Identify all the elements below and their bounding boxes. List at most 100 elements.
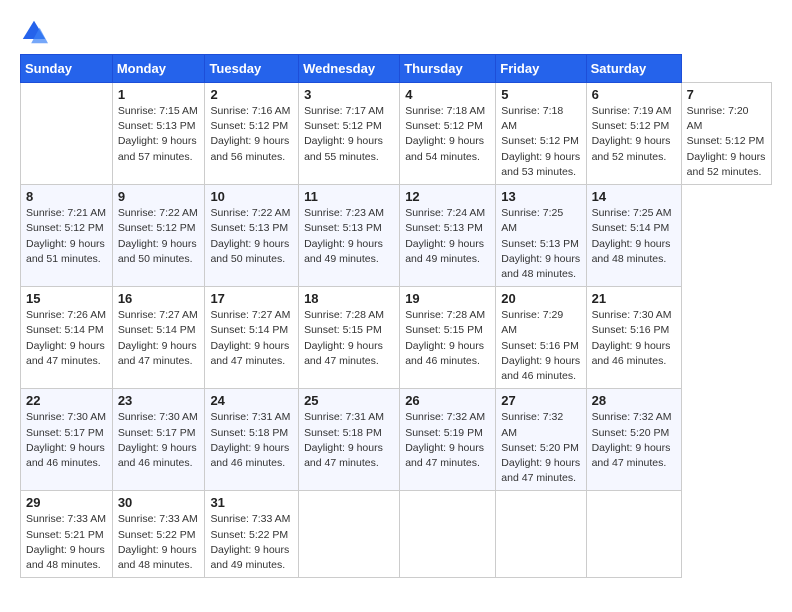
calendar-day-cell: 3 Sunrise: 7:17 AMSunset: 5:12 PMDaylight… <box>299 83 400 185</box>
day-number: 26 <box>405 393 490 408</box>
day-number: 20 <box>501 291 580 306</box>
day-number: 13 <box>501 189 580 204</box>
day-info: Sunrise: 7:17 AMSunset: 5:12 PMDaylight:… <box>304 104 394 165</box>
day-number: 24 <box>210 393 293 408</box>
calendar-day-cell <box>299 491 400 578</box>
day-info: Sunrise: 7:15 AMSunset: 5:13 PMDaylight:… <box>118 104 200 165</box>
calendar-day-cell: 6 Sunrise: 7:19 AMSunset: 5:12 PMDaylight… <box>586 83 681 185</box>
day-info: Sunrise: 7:25 AMSunset: 5:13 PMDaylight:… <box>501 206 580 282</box>
day-info: Sunrise: 7:18 AMSunset: 5:12 PMDaylight:… <box>501 104 580 180</box>
day-info: Sunrise: 7:30 AMSunset: 5:17 PMDaylight:… <box>26 410 107 471</box>
calendar-week-row: 15 Sunrise: 7:26 AMSunset: 5:14 PMDayligh… <box>21 287 772 389</box>
day-info: Sunrise: 7:22 AMSunset: 5:12 PMDaylight:… <box>118 206 200 267</box>
day-number: 22 <box>26 393 107 408</box>
day-info: Sunrise: 7:30 AMSunset: 5:17 PMDaylight:… <box>118 410 200 471</box>
day-info: Sunrise: 7:27 AMSunset: 5:14 PMDaylight:… <box>210 308 293 369</box>
day-info: Sunrise: 7:29 AMSunset: 5:16 PMDaylight:… <box>501 308 580 384</box>
calendar-week-row: 29 Sunrise: 7:33 AMSunset: 5:21 PMDayligh… <box>21 491 772 578</box>
calendar-day-cell: 21 Sunrise: 7:30 AMSunset: 5:16 PMDayligh… <box>586 287 681 389</box>
calendar-day-cell: 30Sunrise: 7:33 AMSunset: 5:22 PMDayligh… <box>112 491 205 578</box>
calendar-day-cell: 20 Sunrise: 7:29 AMSunset: 5:16 PMDayligh… <box>496 287 586 389</box>
calendar-header-monday: Monday <box>112 55 205 83</box>
calendar-day-cell: 25 Sunrise: 7:31 AMSunset: 5:18 PMDayligh… <box>299 389 400 491</box>
calendar-day-cell: 17 Sunrise: 7:27 AMSunset: 5:14 PMDayligh… <box>205 287 299 389</box>
day-info: Sunrise: 7:16 AMSunset: 5:12 PMDaylight:… <box>210 104 293 165</box>
day-number: 14 <box>592 189 676 204</box>
day-info: Sunrise: 7:32 AMSunset: 5:19 PMDaylight:… <box>405 410 490 471</box>
calendar-day-cell: 2 Sunrise: 7:16 AMSunset: 5:12 PMDaylight… <box>205 83 299 185</box>
calendar-day-cell: 24 Sunrise: 7:31 AMSunset: 5:18 PMDayligh… <box>205 389 299 491</box>
day-number: 2 <box>210 87 293 102</box>
day-number: 9 <box>118 189 200 204</box>
calendar-header-friday: Friday <box>496 55 586 83</box>
calendar-day-cell: 26 Sunrise: 7:32 AMSunset: 5:19 PMDayligh… <box>400 389 496 491</box>
calendar-day-cell <box>400 491 496 578</box>
calendar-day-cell: 22 Sunrise: 7:30 AMSunset: 5:17 PMDayligh… <box>21 389 113 491</box>
day-number: 5 <box>501 87 580 102</box>
logo-icon <box>20 18 48 46</box>
day-info: Sunrise: 7:28 AMSunset: 5:15 PMDaylight:… <box>405 308 490 369</box>
calendar-day-cell: 19 Sunrise: 7:28 AMSunset: 5:15 PMDayligh… <box>400 287 496 389</box>
page: SundayMondayTuesdayWednesdayThursdayFrid… <box>0 0 792 588</box>
day-info: Sunrise: 7:32 AMSunset: 5:20 PMDaylight:… <box>592 410 676 471</box>
day-info: Sunrise: 7:31 AMSunset: 5:18 PMDaylight:… <box>210 410 293 471</box>
day-number: 18 <box>304 291 394 306</box>
calendar-header-sunday: Sunday <box>21 55 113 83</box>
day-number: 21 <box>592 291 676 306</box>
day-number: 23 <box>118 393 200 408</box>
day-info: Sunrise: 7:18 AMSunset: 5:12 PMDaylight:… <box>405 104 490 165</box>
calendar-day-cell: 14 Sunrise: 7:25 AMSunset: 5:14 PMDayligh… <box>586 185 681 287</box>
calendar-header-tuesday: Tuesday <box>205 55 299 83</box>
day-number: 7 <box>687 87 766 102</box>
calendar-day-cell: 1Sunrise: 7:15 AMSunset: 5:13 PMDaylight… <box>112 83 205 185</box>
day-info: Sunrise: 7:21 AMSunset: 5:12 PMDaylight:… <box>26 206 107 267</box>
calendar-day-cell: 23 Sunrise: 7:30 AMSunset: 5:17 PMDayligh… <box>112 389 205 491</box>
day-number: 28 <box>592 393 676 408</box>
day-number: 6 <box>592 87 676 102</box>
day-info: Sunrise: 7:33 AMSunset: 5:22 PMDaylight:… <box>210 512 293 573</box>
calendar-day-cell: 5 Sunrise: 7:18 AMSunset: 5:12 PMDaylight… <box>496 83 586 185</box>
day-number: 10 <box>210 189 293 204</box>
empty-cell <box>21 83 113 185</box>
day-info: Sunrise: 7:32 AMSunset: 5:20 PMDaylight:… <box>501 410 580 486</box>
calendar-header-row: SundayMondayTuesdayWednesdayThursdayFrid… <box>21 55 772 83</box>
day-info: Sunrise: 7:31 AMSunset: 5:18 PMDaylight:… <box>304 410 394 471</box>
calendar-day-cell: 31Sunrise: 7:33 AMSunset: 5:22 PMDayligh… <box>205 491 299 578</box>
calendar-day-cell: 27Sunrise: 7:32 AMSunset: 5:20 PMDayligh… <box>496 389 586 491</box>
calendar-week-row: 22 Sunrise: 7:30 AMSunset: 5:17 PMDayligh… <box>21 389 772 491</box>
day-number: 19 <box>405 291 490 306</box>
day-number: 16 <box>118 291 200 306</box>
day-number: 4 <box>405 87 490 102</box>
calendar-day-cell: 7Sunrise: 7:20 AMSunset: 5:12 PMDaylight… <box>681 83 771 185</box>
day-info: Sunrise: 7:30 AMSunset: 5:16 PMDaylight:… <box>592 308 676 369</box>
day-info: Sunrise: 7:25 AMSunset: 5:14 PMDaylight:… <box>592 206 676 267</box>
day-info: Sunrise: 7:28 AMSunset: 5:15 PMDaylight:… <box>304 308 394 369</box>
day-info: Sunrise: 7:24 AMSunset: 5:13 PMDaylight:… <box>405 206 490 267</box>
day-number: 8 <box>26 189 107 204</box>
calendar-day-cell: 10 Sunrise: 7:22 AMSunset: 5:13 PMDayligh… <box>205 185 299 287</box>
day-info: Sunrise: 7:19 AMSunset: 5:12 PMDaylight:… <box>592 104 676 165</box>
day-info: Sunrise: 7:27 AMSunset: 5:14 PMDaylight:… <box>118 308 200 369</box>
calendar-header-saturday: Saturday <box>586 55 681 83</box>
header <box>20 18 772 46</box>
calendar-day-cell: 28 Sunrise: 7:32 AMSunset: 5:20 PMDayligh… <box>586 389 681 491</box>
calendar-day-cell <box>586 491 681 578</box>
day-number: 3 <box>304 87 394 102</box>
day-info: Sunrise: 7:26 AMSunset: 5:14 PMDaylight:… <box>26 308 107 369</box>
day-info: Sunrise: 7:33 AMSunset: 5:21 PMDaylight:… <box>26 512 107 573</box>
day-number: 29 <box>26 495 107 510</box>
day-number: 30 <box>118 495 200 510</box>
calendar-week-row: 8 Sunrise: 7:21 AMSunset: 5:12 PMDaylight… <box>21 185 772 287</box>
calendar-day-cell: 18 Sunrise: 7:28 AMSunset: 5:15 PMDayligh… <box>299 287 400 389</box>
day-info: Sunrise: 7:22 AMSunset: 5:13 PMDaylight:… <box>210 206 293 267</box>
day-number: 12 <box>405 189 490 204</box>
calendar-day-cell: 13 Sunrise: 7:25 AMSunset: 5:13 PMDayligh… <box>496 185 586 287</box>
day-number: 17 <box>210 291 293 306</box>
logo <box>20 18 52 46</box>
day-number: 25 <box>304 393 394 408</box>
calendar-table: SundayMondayTuesdayWednesdayThursdayFrid… <box>20 54 772 578</box>
calendar-day-cell: 11Sunrise: 7:23 AMSunset: 5:13 PMDayligh… <box>299 185 400 287</box>
calendar-day-cell: 4 Sunrise: 7:18 AMSunset: 5:12 PMDaylight… <box>400 83 496 185</box>
calendar-day-cell: 15 Sunrise: 7:26 AMSunset: 5:14 PMDayligh… <box>21 287 113 389</box>
day-number: 15 <box>26 291 107 306</box>
